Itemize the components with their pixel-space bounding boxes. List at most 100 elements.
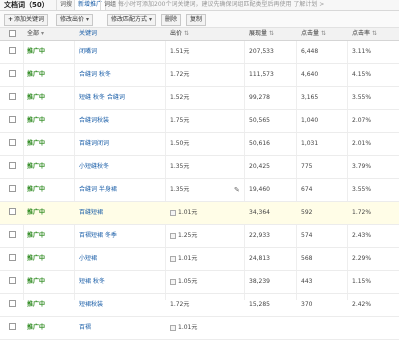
bid-text: 1.50元 bbox=[170, 140, 190, 147]
tab-group[interactable]: 词组 bbox=[100, 0, 121, 10]
bid-value[interactable]: 1.01元 bbox=[170, 202, 197, 224]
bid-text: 1.01元 bbox=[178, 209, 198, 216]
bid-value[interactable]: 1.35元 bbox=[170, 156, 189, 178]
row-checkbox[interactable] bbox=[9, 162, 16, 169]
table-row[interactable]: 推广中 百缝词闭词 1.50元 50,616 1,031 2.01% bbox=[0, 133, 399, 156]
impressions-value: 38,239 bbox=[249, 278, 270, 285]
chevron-down-icon: ▾ bbox=[86, 16, 90, 23]
row-checkbox[interactable] bbox=[9, 231, 16, 238]
header-status[interactable]: 全部 ▾ bbox=[27, 28, 44, 40]
bid-setting-icon[interactable] bbox=[170, 278, 176, 285]
bid-value[interactable]: 1.51元 bbox=[170, 41, 189, 63]
bid-value[interactable]: 1.75元 bbox=[170, 110, 189, 132]
add-keyword-label: 添加关键词 bbox=[14, 16, 45, 23]
bid-setting-icon[interactable] bbox=[170, 209, 176, 216]
keyword-link[interactable]: 百缝词闭词 bbox=[79, 133, 109, 155]
keyword-link[interactable]: 百褶短裙 冬季 bbox=[79, 225, 117, 247]
sort-icon: ⇅ bbox=[269, 30, 275, 37]
table-row[interactable]: 推广中 合缝词秋装 1.75元 50,565 1,040 2.07% bbox=[0, 110, 399, 133]
table-row[interactable]: 推广中 百褶短裙 冬季 1.25元 22,933 574 2.43% bbox=[0, 225, 399, 248]
status-badge: 推广中 bbox=[27, 278, 46, 285]
bid-value[interactable]: 1.01元 bbox=[170, 317, 197, 339]
row-checkbox[interactable] bbox=[9, 93, 16, 100]
impressions-value: 50,616 bbox=[249, 140, 270, 147]
table-row[interactable]: 推广中 闭嘴词 1.51元 207,533 6,448 3.11% bbox=[0, 41, 399, 64]
ctr-value: 2.43% bbox=[352, 232, 372, 239]
row-checkbox[interactable] bbox=[9, 70, 16, 77]
table-row[interactable]: 推广中 百缝短裙 1.01元 34,364 592 1.72% bbox=[0, 202, 399, 225]
row-checkbox[interactable] bbox=[9, 185, 16, 192]
table-row[interactable]: 推广中 短缝 秋冬 合缝词 1.52元 99,278 3,165 3.55% bbox=[0, 87, 399, 110]
bid-value[interactable]: 1.01元 bbox=[170, 248, 197, 270]
bid-setting-icon[interactable] bbox=[170, 232, 176, 239]
header-clicks[interactable]: 点击量 ⇅ bbox=[301, 28, 326, 40]
bid-value[interactable]: 1.35元 bbox=[170, 179, 189, 201]
row-checkbox[interactable] bbox=[9, 300, 16, 307]
row-checkbox[interactable] bbox=[9, 47, 16, 54]
table-row[interactable]: 推广中 短裙秋装 1.72元 15,285 370 2.42% bbox=[0, 294, 399, 317]
bid-value[interactable]: 1.05元 bbox=[170, 271, 197, 293]
table-row[interactable]: 推广中 合缝词 秋冬 1.72元 111,573 4,640 4.15% bbox=[0, 64, 399, 87]
bid-setting-icon[interactable] bbox=[170, 324, 176, 331]
ctr-value: 2.29% bbox=[352, 255, 372, 262]
status-badge: 推广中 bbox=[27, 71, 46, 78]
clicks-value: 443 bbox=[301, 278, 313, 285]
header-impressions[interactable]: 展现量 ⇅ bbox=[249, 28, 274, 40]
keyword-link[interactable]: 闭嘴词 bbox=[79, 41, 97, 63]
keyword-link[interactable]: 短缝 秋冬 合缝词 bbox=[79, 87, 125, 109]
bid-value[interactable]: 1.72元 bbox=[170, 294, 189, 316]
sort-icon: ⇅ bbox=[184, 30, 190, 37]
keyword-link[interactable]: 百缝短裙 bbox=[79, 202, 103, 224]
ctr-value: 2.42% bbox=[352, 301, 372, 308]
impressions-value: 20,425 bbox=[249, 163, 270, 170]
keyword-link[interactable]: 小短裙 bbox=[79, 248, 97, 270]
keyword-link[interactable]: 百褶 bbox=[79, 317, 91, 339]
bid-text: 1.52元 bbox=[170, 94, 190, 101]
row-checkbox[interactable] bbox=[9, 208, 16, 215]
clicks-value: 1,031 bbox=[301, 140, 319, 147]
add-keyword-button[interactable]: +添加关键词 bbox=[4, 14, 49, 26]
table-row[interactable]: 推广中 短裙 秋冬 1.05元 38,239 443 1.15% bbox=[0, 271, 399, 294]
select-all-checkbox[interactable] bbox=[9, 30, 16, 37]
keyword-link[interactable]: 短裙秋装 bbox=[79, 294, 103, 316]
keyword-link[interactable]: 小短缝秋冬 bbox=[79, 156, 109, 178]
tab-search[interactable]: 词搜 bbox=[56, 0, 77, 10]
bid-text: 1.25元 bbox=[178, 232, 198, 239]
copy-button[interactable]: 复制 bbox=[186, 14, 207, 26]
impressions-value: 207,533 bbox=[249, 48, 274, 55]
ctr-value: 4.15% bbox=[352, 71, 372, 78]
bid-value[interactable]: 1.25元 bbox=[170, 225, 197, 247]
keyword-count-title: 文档词（50） bbox=[4, 1, 49, 9]
status-badge: 推广中 bbox=[27, 163, 46, 170]
keyword-link[interactable]: 合缝词 秋冬 bbox=[79, 64, 111, 86]
edit-match-type-button[interactable]: 修改匹配方式 ▾ bbox=[107, 14, 157, 26]
status-badge: 推广中 bbox=[27, 232, 46, 239]
table-row[interactable]: 推广中 小短缝秋冬 1.35元 20,425 775 3.79% bbox=[0, 156, 399, 179]
header-ctr[interactable]: 点击率 ⇅ bbox=[352, 28, 377, 40]
table-row[interactable]: 推广中 合缝词 半身裙 1.35元 ✎ 19,460 674 3.55% bbox=[0, 179, 399, 202]
top-bar: 文档词（50） 词搜 新增推广 词组 每小时可添加200个词关键词，建议先确保词… bbox=[0, 0, 399, 11]
table-row[interactable]: 推广中 百褶 1.01元 bbox=[0, 317, 399, 340]
clicks-value: 775 bbox=[301, 163, 313, 170]
bid-setting-icon[interactable] bbox=[170, 255, 176, 262]
bid-value[interactable]: 1.72元 bbox=[170, 64, 189, 86]
row-checkbox[interactable] bbox=[9, 323, 16, 330]
edit-match-type-label: 修改匹配方式 bbox=[111, 16, 148, 23]
table-row[interactable]: 推广中 小短裙 1.01元 24,813 568 2.29% bbox=[0, 248, 399, 271]
pencil-icon[interactable]: ✎ bbox=[234, 179, 240, 201]
keyword-link[interactable]: 合缝词秋装 bbox=[79, 110, 109, 132]
clicks-value: 568 bbox=[301, 255, 313, 262]
header-keyword[interactable]: 关键词 bbox=[79, 28, 97, 40]
delete-button[interactable]: 删除 bbox=[161, 14, 182, 26]
row-checkbox[interactable] bbox=[9, 277, 16, 284]
bid-value[interactable]: 1.52元 bbox=[170, 87, 189, 109]
keyword-link[interactable]: 合缝词 半身裙 bbox=[79, 179, 117, 201]
keyword-link[interactable]: 短裙 秋冬 bbox=[79, 271, 105, 293]
edit-bid-button[interactable]: 修改出价 ▾ bbox=[56, 14, 94, 26]
header-bid[interactable]: 出价 ⇅ bbox=[170, 28, 189, 40]
row-checkbox[interactable] bbox=[9, 139, 16, 146]
row-checkbox[interactable] bbox=[9, 254, 16, 261]
bid-value[interactable]: 1.50元 bbox=[170, 133, 189, 155]
plus-icon: + bbox=[8, 16, 14, 23]
row-checkbox[interactable] bbox=[9, 116, 16, 123]
